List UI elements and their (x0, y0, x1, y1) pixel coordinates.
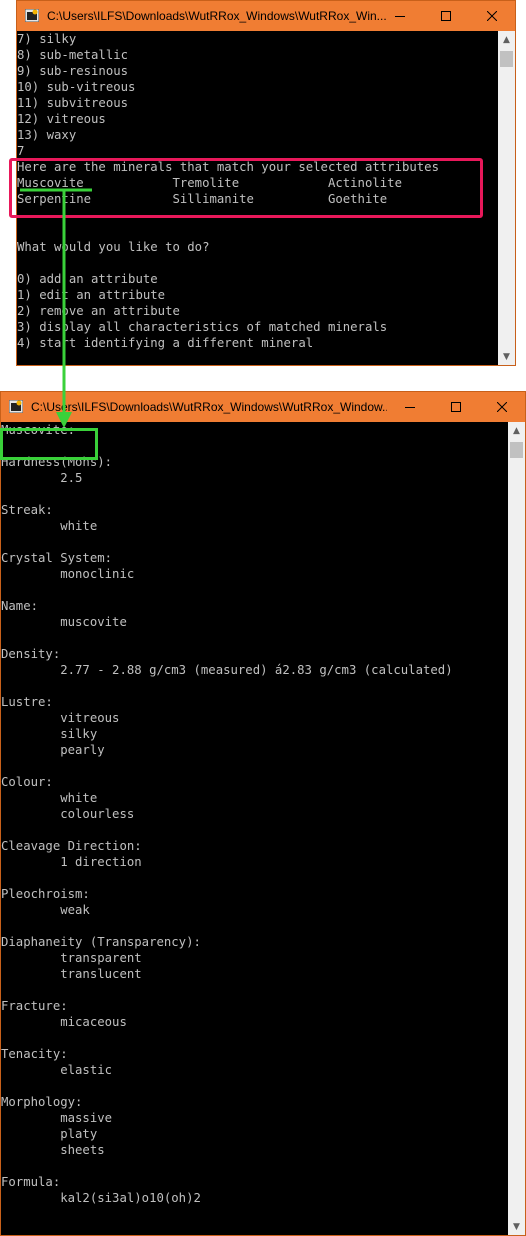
console-line: Diaphaneity (Transparency): (1, 935, 201, 949)
console-line: silky (1, 727, 98, 741)
console-line: Formula: (1, 1175, 61, 1189)
console-line: kal2(si3al)o10(oh)2 (1, 1191, 201, 1205)
scroll-up-button[interactable]: ▲ (498, 31, 515, 48)
minimize-icon (395, 16, 405, 17)
console-line: pearly (1, 743, 105, 757)
window-title: C:\Users\ILFS\Downloads\WutRRox_Windows\… (31, 400, 387, 414)
console-line: platy (1, 1127, 98, 1141)
console-line: Crystal System: (1, 551, 113, 565)
console-window-bottom: C:\Users\ILFS\Downloads\WutRRox_Windows\… (0, 391, 526, 1236)
console-line: translucent (1, 967, 142, 981)
close-button[interactable] (469, 1, 515, 31)
maximize-button[interactable] (423, 1, 469, 31)
scroll-up-button[interactable]: ▲ (508, 422, 525, 439)
console-line: weak (1, 903, 90, 917)
console-line: 11) subvitreous (17, 96, 129, 110)
console-line: 2.5 (1, 471, 83, 485)
console-line: 0) add an attribute (17, 272, 158, 286)
console-line: 1 direction (1, 855, 142, 869)
matched-minerals-highlight (9, 158, 483, 218)
console-line: muscovite (1, 615, 127, 629)
app-icon (9, 400, 23, 413)
console-line: Morphology: (1, 1095, 83, 1109)
console-line: 7) silky (17, 32, 77, 46)
console-line: micaceous (1, 1015, 127, 1029)
close-button[interactable] (479, 392, 525, 422)
console-line: What would you like to do? (17, 240, 210, 254)
console-line: 4) start identifying a different mineral (17, 336, 314, 350)
vertical-scrollbar[interactable]: ▲ ▼ (508, 422, 525, 1235)
maximize-icon (441, 11, 451, 21)
console-line: 2) remove an attribute (17, 304, 180, 318)
app-icon (25, 9, 39, 22)
console-line: sheets (1, 1143, 105, 1157)
scroll-down-button[interactable]: ▼ (508, 1218, 525, 1235)
console-line: colourless (1, 807, 135, 821)
window-title: C:\Users\ILFS\Downloads\WutRRox_Windows\… (47, 9, 387, 23)
scroll-down-button[interactable]: ▼ (498, 348, 515, 365)
console-line: 8) sub-metallic (17, 48, 129, 62)
muscovite-heading-highlight (0, 428, 98, 460)
title-bar[interactable]: C:\Users\ILFS\Downloads\WutRRox_Windows\… (17, 1, 515, 31)
minimize-button[interactable] (377, 1, 423, 31)
console-line: elastic (1, 1063, 113, 1077)
minimize-icon (405, 407, 415, 408)
console-line: 1) edit an attribute (17, 288, 166, 302)
console-line: 10) sub-vitreous (17, 80, 136, 94)
console-output: Muscovite: Hardness(Mohs): 2.5 Streak: whi… (1, 422, 509, 1235)
console-line: 3) display all characteristics of matche… (17, 320, 388, 334)
console-line: Fracture: (1, 999, 68, 1013)
maximize-button[interactable] (433, 392, 479, 422)
console-line: 9) sub-resinous (17, 64, 129, 78)
title-bar[interactable]: C:\Users\ILFS\Downloads\WutRRox_Windows\… (1, 392, 525, 422)
console-line: 7 (17, 144, 25, 158)
scroll-thumb[interactable] (500, 51, 513, 67)
console-line: white (1, 791, 98, 805)
console-line: Pleochroism: (1, 887, 90, 901)
console-line: 12) vitreous (17, 112, 106, 126)
console-line: vitreous (1, 711, 120, 725)
console-line: 2.77 - 2.88 g/cm3 (measured) á2.83 g/cm3… (1, 663, 453, 677)
minimize-button[interactable] (387, 392, 433, 422)
close-icon (497, 402, 507, 412)
console-line: Density: (1, 647, 61, 661)
console-line: Name: (1, 599, 39, 613)
vertical-scrollbar[interactable]: ▲ ▼ (498, 31, 515, 365)
console-line: Streak: (1, 503, 53, 517)
maximize-icon (451, 402, 461, 412)
close-icon (487, 11, 497, 21)
console-line: transparent (1, 951, 142, 965)
console-line: 13) waxy (17, 128, 77, 142)
console-line: massive (1, 1111, 113, 1125)
console-line: Tenacity: (1, 1047, 68, 1061)
console-line: white (1, 519, 98, 533)
scroll-thumb[interactable] (510, 442, 523, 458)
console-line: Cleavage Direction: (1, 839, 142, 853)
console-line: monoclinic (1, 567, 135, 581)
console-line: Lustre: (1, 695, 53, 709)
console-line: Colour: (1, 775, 53, 789)
